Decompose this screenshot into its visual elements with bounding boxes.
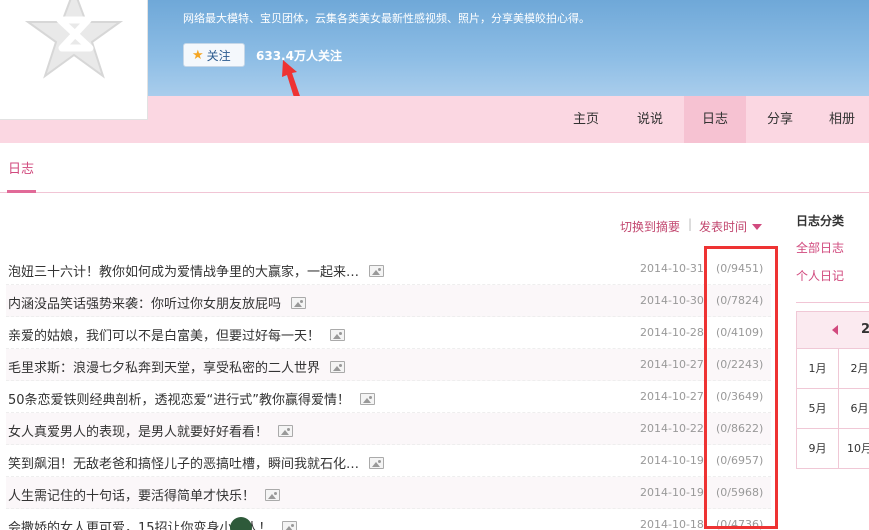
blog-title-link[interactable]: 亲爱的姑娘，我们可以不是白富美，但要过好每一天！ [8, 325, 346, 344]
sort-by-time-dropdown[interactable]: 发表时间 [699, 218, 763, 235]
blog-comment-read-count: (0/6957) [716, 454, 764, 467]
blog-comment-read-count: (0/2243) [714, 358, 766, 371]
list-item: 50条恋爱铁则经典剖析，透视恋爱“进行式”教你赢得爱情！ 2014-10-27 … [6, 381, 771, 413]
calendar-row: 1月 2月 [797, 348, 869, 388]
blog-title: 泡妞三十六计！教你如何成为爱情战争里的大赢家，一起来… [8, 265, 360, 280]
blog-comment-read-count: (0/8622) [714, 422, 766, 435]
list-item: 女人真爱男人的表现，是男人就要好好看看！ 2014-10-22 (0/8622) [6, 413, 771, 445]
follow-button[interactable]: ★ 关注 [183, 43, 245, 67]
archive-calendar: 2 1月 2月 5月 6月 9月 10月 [796, 311, 869, 469]
blog-date: 2014-10-19 [640, 454, 704, 467]
blog-title: 女人真爱男人的表现，是男人就要好好看看！ [8, 425, 269, 440]
blog-date: 2014-10-27 [640, 358, 704, 371]
blog-title: 50条恋爱铁则经典剖析，透视恋爱“进行式”教你赢得爱情！ [8, 393, 351, 408]
blog-comment-read-count: (0/5968) [714, 486, 766, 499]
profile-tagline: 网络最大模特、宝贝团体，云集各类美女最新性感视频、照片，分享美模皎拍心得。 [183, 12, 590, 25]
nav-home[interactable]: 主页 [557, 96, 615, 143]
switch-to-summary-link[interactable]: 切换到摘要 [620, 218, 680, 235]
blog-title-link[interactable]: 毛里求斯：浪漫七夕私奔到天堂，享受私密的二人世界 [8, 357, 346, 376]
section-title-underline [7, 190, 36, 193]
image-icon [330, 329, 346, 341]
nav-blog[interactable]: 日志 [684, 96, 746, 143]
blog-title-link[interactable]: 内涵没品笑话强势来袭：你听过你女朋友放屁吗 [8, 293, 307, 312]
calendar-month[interactable]: 6月 [839, 388, 869, 428]
blog-comment-read-count: (0/4109) [716, 326, 764, 339]
image-icon [360, 393, 376, 405]
star-icon: ★ [192, 47, 204, 63]
blog-list: 泡妞三十六计！教你如何成为爱情战争里的大赢家，一起来… 2014-10-31 (… [6, 253, 771, 530]
list-item: 笑到飙泪！无敌老爸和搞怪儿子的恶搞吐槽，瞬间我就石化… 2014-10-19 (… [6, 445, 771, 477]
blog-date: 2014-10-30 [640, 294, 704, 307]
blog-title-link[interactable]: 人生需记住的十句话，要活得简单才快乐！ [8, 485, 281, 504]
calendar-year: 2 [861, 322, 869, 337]
list-item: 内涵没品笑话强势来袭：你听过你女朋友放屁吗 2014-10-30 (0/7824… [6, 285, 771, 317]
blog-title-link[interactable]: 50条恋爱铁则经典剖析，透视恋爱“进行式”教你赢得爱情！ [8, 389, 376, 408]
avatar[interactable] [0, 0, 148, 120]
sidebar-link-personal-diary[interactable]: 个人日记 [796, 267, 844, 284]
caret-left-icon[interactable] [832, 325, 838, 335]
calendar-month[interactable]: 1月 [797, 348, 839, 388]
calendar-month[interactable]: 10月 [839, 428, 869, 468]
blog-date: 2014-10-28 [640, 326, 704, 339]
blog-comment-read-count: (0/9451) [716, 262, 764, 275]
toolbar-separator: | [688, 217, 693, 231]
sidebar-title: 日志分类 [796, 214, 845, 228]
blog-date: 2014-10-19 [640, 486, 704, 499]
calendar-row: 9月 10月 [797, 428, 869, 468]
calendar-row: 5月 6月 [797, 388, 869, 428]
nav-moments[interactable]: 说说 [621, 96, 679, 143]
blog-comment-read-count: (0/7824) [714, 294, 766, 307]
image-icon [281, 521, 297, 530]
image-icon [278, 425, 294, 437]
list-item: 亲爱的姑娘，我们可以不是白富美，但要过好每一天！ 2014-10-28 (0/4… [6, 317, 771, 349]
qzone-star-icon [24, 0, 124, 79]
list-item: 毛里求斯：浪漫七夕私奔到天堂，享受私密的二人世界 2014-10-27 (0/2… [6, 349, 771, 381]
blog-date: 2014-10-31 [640, 262, 704, 275]
blog-title: 内涵没品笑话强势来袭：你听过你女朋友放屁吗 [8, 297, 282, 312]
blog-title: 笑到飙泪！无敌老爸和搞怪儿子的恶搞吐槽，瞬间我就石化… [8, 457, 360, 472]
sidebar-divider [796, 302, 869, 303]
blog-comment-read-count: (0/3649) [716, 390, 764, 403]
blog-comment-read-count: (0/4736) [716, 518, 764, 530]
image-icon [369, 265, 385, 277]
image-icon [330, 361, 346, 373]
blog-date: 2014-10-18 [640, 518, 704, 530]
list-item: 会撒娇的女人更可爱，15招让你变身小女人！ 2014-10-18 (0/4736… [6, 509, 771, 530]
blog-title: 毛里求斯：浪漫七夕私奔到天堂，享受私密的二人世界 [8, 361, 321, 376]
image-icon [265, 489, 281, 501]
calendar-month[interactable]: 5月 [797, 388, 839, 428]
calendar-header: 2 [797, 312, 869, 348]
image-icon [291, 297, 307, 309]
nav-share[interactable]: 分享 [751, 96, 809, 143]
blog-date: 2014-10-27 [640, 390, 704, 403]
sidebar-link-all-blogs[interactable]: 全部日志 [796, 239, 844, 256]
blog-title-link[interactable]: 笑到飙泪！无敌老爸和搞怪儿子的恶搞吐槽，瞬间我就石化… [8, 453, 385, 472]
follow-label: 关注 [206, 48, 231, 63]
sort-label: 发表时间 [699, 220, 748, 234]
nav-album[interactable]: 相册 [815, 96, 869, 143]
blog-title: 亲爱的姑娘，我们可以不是白富美，但要过好每一天！ [8, 329, 321, 344]
blog-title: 人生需记住的十句话，要活得简单才快乐！ [8, 489, 256, 504]
list-item: 泡妞三十六计！教你如何成为爱情战争里的大赢家，一起来… 2014-10-31 (… [6, 253, 771, 285]
blog-title-link[interactable]: 泡妞三十六计！教你如何成为爱情战争里的大赢家，一起来… [8, 261, 385, 280]
blog-title-link[interactable]: 女人真爱男人的表现，是男人就要好好看看！ [8, 421, 294, 440]
list-item: 人生需记住的十句话，要活得简单才快乐！ 2014-10-19 (0/5968) [6, 477, 771, 509]
blog-title-link[interactable]: 会撒娇的女人更可爱，15招让你变身小女人！ [8, 517, 297, 530]
blog-date: 2014-10-22 [640, 422, 704, 435]
caret-down-icon [752, 224, 763, 230]
calendar-month[interactable]: 9月 [797, 428, 839, 468]
image-icon [369, 457, 385, 469]
section-divider [0, 192, 869, 193]
section-title[interactable]: 日志 [8, 158, 34, 177]
calendar-month[interactable]: 2月 [839, 348, 869, 388]
